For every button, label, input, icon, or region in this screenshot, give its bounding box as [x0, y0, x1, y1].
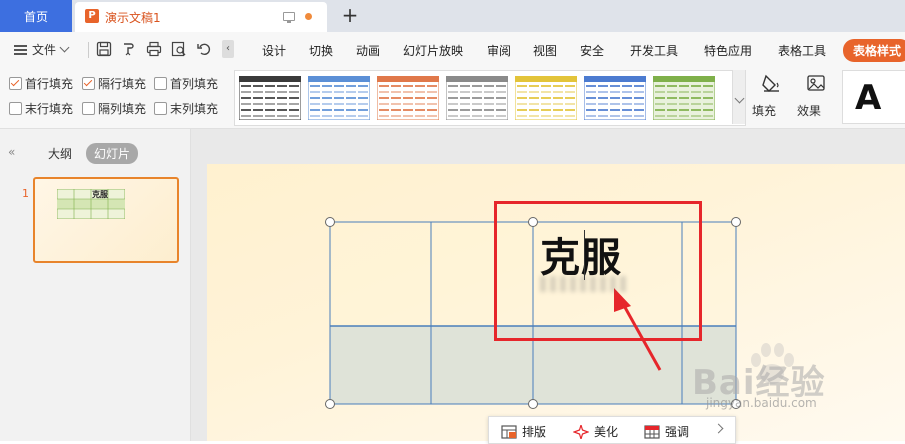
table-style-swatch[interactable]	[446, 76, 508, 120]
print-icon[interactable]	[146, 41, 162, 57]
checkbox[interactable]	[9, 102, 22, 115]
text-style-sample[interactable]: A	[842, 70, 905, 124]
fill-button[interactable]: 填充	[752, 70, 788, 124]
menu-slideshow[interactable]: 幻灯片放映	[403, 42, 463, 59]
monitor-icon[interactable]	[283, 12, 295, 23]
tab-home[interactable]: 首页	[0, 0, 72, 32]
slide-panel: « 大纲 幻灯片 1 克服	[0, 129, 191, 441]
save-icon[interactable]	[96, 41, 112, 57]
floating-toolbar: 排版 美化 强调	[488, 416, 736, 444]
thumbnail-text: 克服	[92, 190, 108, 199]
menu-animation[interactable]: 动画	[356, 42, 380, 59]
paint-bucket-icon	[762, 74, 779, 92]
effects-icon	[807, 75, 825, 91]
menu-review[interactable]: 审阅	[487, 42, 511, 59]
thumbnail-table	[57, 189, 125, 219]
table-style-swatch[interactable]	[653, 76, 715, 120]
file-menu-label: 文件	[32, 43, 57, 57]
document-title: 演示文稿1	[105, 11, 161, 25]
new-tab-button[interactable]: +	[340, 3, 360, 27]
checkbox[interactable]	[82, 77, 95, 90]
unsaved-dot-icon	[305, 13, 312, 20]
resize-handle[interactable]	[325, 217, 335, 227]
effect-button[interactable]: 效果	[797, 70, 833, 124]
chevron-right-icon[interactable]	[713, 423, 724, 434]
checkbox[interactable]	[154, 102, 167, 115]
chevron-down-icon	[59, 42, 70, 53]
option-last-row-fill[interactable]: 末行填充	[9, 100, 73, 117]
slide-thumbnail[interactable]: 克服	[33, 177, 179, 263]
print-preview-icon[interactable]	[171, 41, 187, 57]
table-style-swatch[interactable]	[377, 76, 439, 120]
resize-handle[interactable]	[528, 399, 538, 409]
menu-design[interactable]: 设计	[262, 42, 286, 59]
option-banded-columns[interactable]: 隔列填充	[82, 100, 146, 117]
divider	[88, 42, 89, 58]
menu-security[interactable]: 安全	[580, 42, 604, 59]
table-style-swatch[interactable]	[308, 76, 370, 120]
table-style-swatch[interactable]	[584, 76, 646, 120]
tab-document[interactable]: P 演示文稿1	[75, 2, 327, 32]
option-first-row-fill[interactable]: 首行填充	[9, 75, 73, 92]
watermark-url: jingyan.baidu.com	[706, 396, 817, 410]
option-last-column-fill[interactable]: 末列填充	[154, 100, 218, 117]
checkbox[interactable]	[9, 77, 22, 90]
ribbon-scroll-left-button[interactable]: ‹	[222, 40, 234, 58]
slide-number: 1	[22, 187, 29, 200]
menu-transition[interactable]: 切换	[309, 42, 333, 59]
ribbon: 首行填充 隔行填充 首列填充 末行填充 隔列填充 末列填充 填充 效果 A	[0, 66, 905, 129]
layout-icon	[501, 424, 517, 439]
menu-table-style[interactable]: 表格样式	[843, 39, 905, 62]
annotation-highlight-box	[494, 201, 702, 341]
beautify-button[interactable]: 美化	[573, 423, 618, 440]
checkbox[interactable]	[154, 77, 167, 90]
option-first-column-fill[interactable]: 首列填充	[154, 75, 218, 92]
tab-bar: 首页 P 演示文稿1 +	[0, 0, 905, 32]
menu-bar: 文件 ‹ 设计 切换 动画 幻灯片放映 审阅 视图 安全 开发工具 特色应用 表…	[0, 32, 905, 66]
presentation-icon: P	[85, 9, 99, 23]
checkbox[interactable]	[82, 102, 95, 115]
gallery-expand-button[interactable]	[732, 70, 745, 124]
tab-outline[interactable]: 大纲	[48, 145, 72, 162]
menu-view[interactable]: 视图	[533, 42, 557, 59]
emphasis-table-icon	[644, 424, 660, 439]
table-style-gallery	[234, 70, 746, 126]
format-painter-icon[interactable]	[121, 41, 137, 57]
table-style-swatch[interactable]	[239, 76, 301, 120]
emphasis-button[interactable]: 强调	[644, 423, 689, 440]
tab-slides[interactable]: 幻灯片	[86, 143, 139, 164]
layout-button[interactable]: 排版	[501, 423, 546, 440]
resize-handle[interactable]	[731, 217, 741, 227]
collapse-panel-icon[interactable]: «	[8, 145, 15, 159]
menu-table-tools[interactable]: 表格工具	[778, 42, 826, 59]
file-menu-button[interactable]: 文件	[14, 41, 70, 58]
resize-handle[interactable]	[325, 399, 335, 409]
menu-special-apps[interactable]: 特色应用	[704, 42, 752, 59]
table-style-swatch[interactable]	[515, 76, 577, 120]
undo-icon[interactable]	[196, 41, 212, 57]
sparkle-icon	[573, 424, 589, 439]
hamburger-icon	[14, 44, 27, 55]
menu-developer[interactable]: 开发工具	[630, 42, 678, 59]
option-banded-rows[interactable]: 隔行填充	[82, 75, 146, 92]
